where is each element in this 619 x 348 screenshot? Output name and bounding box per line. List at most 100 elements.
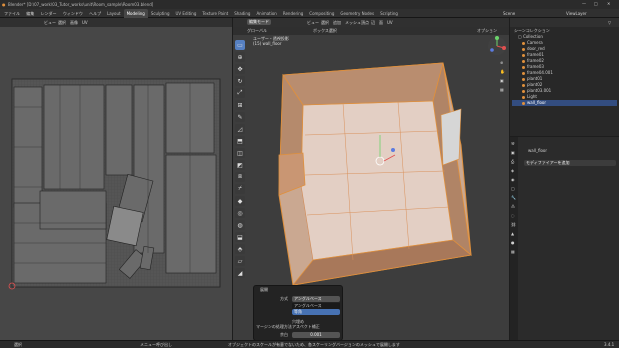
tab-layout[interactable]: Layout — [104, 9, 124, 18]
uv-island — [165, 154, 217, 274]
mesh-object-icon — [522, 53, 525, 57]
status-version: 3.4.1 — [604, 342, 615, 347]
tab-animation[interactable]: Animation — [253, 9, 279, 18]
viewport-nav-buttons: ⊕ ✋ ▣ ▦ — [500, 60, 508, 92]
mode-selector[interactable]: 編集モード — [247, 19, 271, 25]
menu-edit[interactable]: 編集 — [26, 9, 34, 18]
tab-geometry-nodes[interactable]: Geometry Nodes — [337, 9, 377, 18]
tab-uv-editing[interactable]: UV Editing — [173, 9, 200, 18]
properties-tabs: ⚒ ▣ ⎙ ◈ ◉ ▢ 🔧 ⁂ ◌ ⛓ ▲ ● ▦ — [510, 137, 518, 340]
uv-island — [43, 84, 105, 190]
tab-shading[interactable]: Shading — [231, 9, 253, 18]
menu-file[interactable]: ファイル — [4, 9, 20, 18]
menu-help[interactable]: ヘルプ — [89, 9, 101, 18]
vp-add-menu[interactable]: 追加 — [333, 20, 341, 25]
uv-canvas[interactable] — [0, 27, 232, 340]
scene-selector[interactable]: Scene — [503, 11, 515, 16]
uv-editor-header: ビュー 選択 画像 UV — [0, 18, 232, 27]
tab-texture-paint[interactable]: Texture Paint — [199, 9, 231, 18]
mesh-object-icon — [522, 101, 525, 105]
zoom-icon[interactable]: ⊕ — [500, 60, 508, 65]
viewport-header: 編集モード ビュー 選択 追加 メッシュ 頂点 辺 面 UV — [233, 18, 509, 27]
title-bar: ● Blender* [D:\07_work\03_Tutor_works\un… — [0, 0, 619, 9]
navigation-gizmo[interactable] — [487, 36, 507, 56]
workspace-tabs: Layout Modeling Sculpting UV Editing Texture… — [104, 9, 401, 18]
pan-icon[interactable]: ✋ — [500, 69, 508, 74]
mesh-object-icon — [522, 65, 525, 69]
status-message: オブジェクトのスケールが有意でないため、各スケーリングバージョンのメッシュで展開… — [228, 342, 400, 347]
status-menu: メニュー呼び出し — [140, 342, 172, 347]
properties-object-name: wall_floor — [528, 148, 548, 153]
margin-label: 余白 — [280, 332, 288, 337]
redo-panel: 展開 方式 アングルベース アングルベース 等角 穴埋め アスペクト補正 マージ… — [253, 285, 343, 341]
vp-uv-menu[interactable]: UV — [387, 20, 393, 25]
data-tab-icon[interactable]: ▲ — [511, 231, 517, 236]
tab-compositing[interactable]: Compositing — [306, 9, 337, 18]
properties-editor — [510, 137, 619, 340]
camera-icon[interactable]: ▣ — [500, 78, 508, 83]
option-conformal[interactable]: 等角 — [292, 309, 340, 315]
status-select: 選択 — [14, 342, 22, 347]
uv-image-menu[interactable]: 画像 — [70, 20, 78, 25]
viewport-tool-header: グローバル ボックス選択 オプション — [233, 27, 509, 35]
tab-rendering[interactable]: Rendering — [280, 9, 306, 18]
transform-orientation[interactable]: グローバル — [247, 28, 267, 33]
output-tab-icon[interactable]: ⎙ — [511, 159, 517, 164]
menu-window[interactable]: ウィンドウ — [63, 9, 83, 18]
particles-tab-icon[interactable]: ⁂ — [511, 204, 517, 209]
uv-view-menu[interactable]: ビュー — [44, 20, 56, 25]
camera-object-icon — [522, 41, 525, 45]
vp-view-menu[interactable]: ビュー — [307, 20, 319, 25]
modifier-tab-icon[interactable]: 🔧 — [511, 195, 517, 200]
tab-modeling[interactable]: Modeling — [123, 9, 148, 18]
mesh-object-icon — [522, 77, 525, 81]
margin-method-label: マージンの処理方法 — [256, 324, 292, 329]
vp-face-menu[interactable]: 面 — [379, 20, 383, 25]
render-tab-icon[interactable]: ▣ — [511, 150, 517, 155]
outliner-tree: シーンコレクション ▢ Collection Camera door_red f… — [512, 28, 617, 106]
room-mesh[interactable] — [233, 35, 509, 305]
vp-select-menu[interactable]: 選択 — [321, 20, 329, 25]
tab-scripting[interactable]: Scripting — [377, 9, 401, 18]
light-object-icon — [522, 95, 525, 99]
physics-tab-icon[interactable]: ◌ — [511, 213, 517, 218]
object-tab-icon[interactable]: ▢ — [511, 186, 517, 191]
status-bar: 選択 メニュー呼び出し オブジェクトのスケールが有意でないため、各スケーリングバ… — [0, 340, 619, 348]
material-tab-icon[interactable]: ● — [511, 240, 517, 245]
vp-mesh-menu[interactable]: メッシュ — [345, 20, 361, 25]
minimize-icon[interactable]: — — [582, 1, 586, 6]
menu-bar: ファイル 編集 レンダー ウィンドウ ヘルプ Layout Modeling Scu… — [0, 9, 619, 18]
texture-tab-icon[interactable]: ▦ — [511, 249, 517, 254]
uv-island — [39, 190, 107, 230]
menu-render[interactable]: レンダー — [41, 9, 57, 18]
uv-island — [105, 84, 133, 176]
uv-select-menu[interactable]: 選択 — [58, 20, 66, 25]
mesh-object-icon — [522, 83, 525, 87]
tool-tab-icon[interactable]: ⚒ — [511, 141, 517, 146]
margin-field[interactable]: 0.001 — [292, 332, 340, 338]
tab-sculpting[interactable]: Sculpting — [148, 9, 173, 18]
mesh-object-icon — [522, 71, 525, 75]
add-modifier-button[interactable]: モディファイアーを追加 — [524, 160, 616, 166]
maximize-icon[interactable]: □ — [594, 1, 598, 6]
constraints-tab-icon[interactable]: ⛓ — [511, 222, 517, 227]
vp-vertex-menu[interactable]: 頂点 — [361, 20, 369, 25]
view-layer-selector[interactable]: ViewLayer — [566, 11, 587, 16]
scene-tab-icon[interactable]: ◈ — [511, 168, 517, 173]
world-tab-icon[interactable]: ◉ — [511, 177, 517, 182]
redo-panel-title[interactable]: 展開 — [260, 287, 268, 292]
pivot-selector[interactable]: ボックス選択 — [313, 28, 337, 33]
close-icon[interactable]: ✕ — [607, 1, 610, 6]
outliner-filter-icon[interactable]: ▽ — [608, 20, 611, 25]
grid-icon[interactable]: ▦ — [500, 87, 508, 92]
uv-uv-menu[interactable]: UV — [82, 20, 88, 25]
outliner-item[interactable]: wall_floor — [512, 100, 617, 106]
correct-aspect-label: アスペクト補正 — [292, 324, 320, 329]
mesh-object-icon — [522, 59, 525, 63]
method-dropdown[interactable]: アングルベース — [292, 296, 340, 302]
mesh-object-icon — [522, 47, 525, 51]
outliner-header: ▽ — [510, 18, 619, 27]
blender-logo-icon: ● — [2, 2, 6, 7]
vp-edge-menu[interactable]: 辺 — [371, 20, 375, 25]
options-menu[interactable]: オプション — [477, 28, 497, 33]
